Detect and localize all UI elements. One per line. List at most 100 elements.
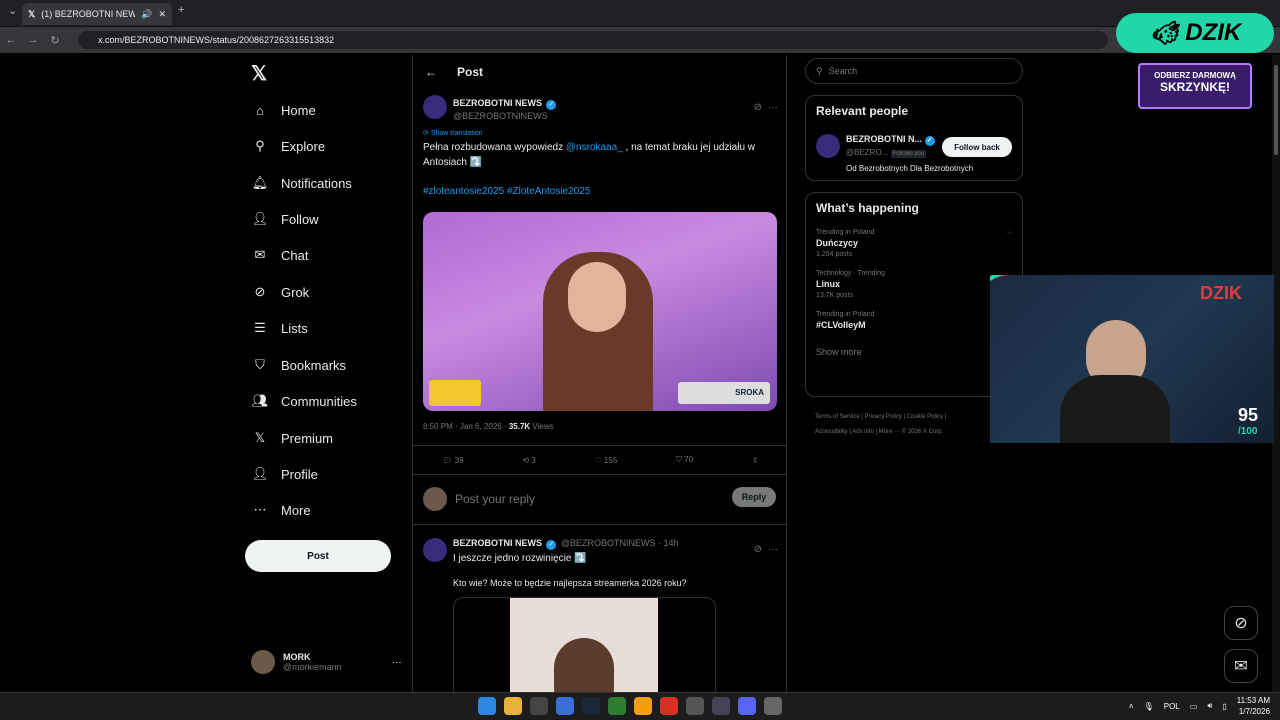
speaker-icon[interactable]: 🔊	[141, 9, 152, 20]
app-icon[interactable]	[530, 697, 548, 715]
share-icon[interactable]: ⇪	[752, 456, 759, 465]
nav-chat[interactable]: ✉ Chat	[251, 246, 309, 264]
views-label: Views	[530, 422, 554, 431]
avatar[interactable]	[423, 95, 447, 119]
start-icon[interactable]	[478, 697, 496, 715]
like-action[interactable]: ♡ 155	[595, 456, 618, 465]
nav-explore[interactable]: ⚲ Explore	[251, 137, 325, 155]
avatar[interactable]	[816, 134, 840, 158]
account-switcher[interactable]: MORK @morkiemann ···	[251, 650, 402, 674]
more-dots-icon[interactable]: ···	[392, 657, 402, 668]
x-icon: 𝕏	[254, 430, 266, 445]
reply-input[interactable]: Post your reply	[455, 492, 535, 506]
nav-communities[interactable]: 👥︎ Communities	[251, 392, 357, 410]
new-tab-button[interactable]: +	[178, 4, 184, 16]
hashtags[interactable]: #zloteantosie2025 #ZloteAntosie2025	[423, 184, 778, 199]
grok-fab-button[interactable]: ⊘	[1224, 606, 1258, 640]
volume-icon[interactable]: 🔊︎	[1207, 701, 1212, 711]
more-dots-icon[interactable]: ···	[1005, 227, 1012, 238]
app-icon[interactable]	[712, 697, 730, 715]
page-title: Post	[457, 65, 484, 79]
reply-action[interactable]: 💬︎ 39	[442, 456, 463, 465]
trend-count: 1,254 posts	[816, 251, 853, 258]
battery-icon[interactable]: ▯	[1222, 702, 1226, 711]
messages-fab-button[interactable]: ✉	[1224, 649, 1258, 683]
url-text: x.com/BEZROBOTNINEWS/status/200862726331…	[98, 35, 335, 45]
mic-icon[interactable]: 🎙︎	[1144, 702, 1154, 711]
grok-icon[interactable]: ⊘	[754, 544, 762, 555]
chrome-icon[interactable]	[660, 697, 678, 715]
clock[interactable]: 11:53 AM 1/7/2026	[1237, 695, 1270, 717]
more-dots-icon[interactable]: ···	[768, 544, 778, 555]
nav-home[interactable]: ⌂ Home	[251, 101, 316, 119]
bookmark-count: 70	[684, 455, 694, 464]
media-subject	[554, 638, 614, 695]
app-icon[interactable]	[556, 697, 574, 715]
back-arrow-icon[interactable]: ←	[425, 65, 437, 79]
author-handle[interactable]: @BEZROBOTNINEWS	[453, 111, 556, 121]
discord-icon[interactable]	[738, 697, 756, 715]
app-icon[interactable]	[686, 697, 704, 715]
author-handle[interactable]: @BEZROBOTNINEWS · 14h	[561, 538, 679, 548]
app-icon[interactable]	[608, 697, 626, 715]
brand-text: DZIK	[1185, 19, 1242, 46]
more-dots-icon[interactable]: ···	[768, 102, 778, 113]
trend-item[interactable]: Trending in Poland ··· Duńczycy 1,254 posts	[806, 223, 1022, 264]
nav-notifications[interactable]: 🔔︎ Notifications	[251, 174, 352, 192]
nav-grok[interactable]: ⊘ Grok	[251, 283, 310, 301]
video-name-plate: SROKA	[678, 382, 770, 404]
x-logo-icon[interactable]: 𝕏	[251, 61, 267, 86]
app-icon[interactable]	[634, 697, 652, 715]
nav-premium[interactable]: 𝕏 Premium	[251, 429, 333, 447]
nav-follow[interactable]: 👤︎ Follow	[251, 210, 319, 228]
chevron-up-icon[interactable]: ˄	[1129, 702, 1134, 711]
settings-icon[interactable]	[764, 697, 782, 715]
network-icon[interactable]: ▭	[1190, 702, 1198, 711]
tweet-video[interactable]: SROKA	[423, 212, 777, 411]
trend-name: #CLVolleyM	[816, 320, 866, 330]
back-icon[interactable]: ←	[0, 34, 22, 46]
video-name-text: SROKA	[735, 388, 764, 397]
author-name[interactable]: BEZROBOTNI NEWS	[453, 98, 542, 108]
close-tab-icon[interactable]: ✕	[158, 9, 166, 20]
forward-icon[interactable]: →	[22, 34, 44, 46]
grok-icon: ⊘	[1234, 615, 1248, 632]
heart-icon: ♡	[594, 455, 602, 465]
rp-handle-row: @BEZRO... Follows you	[846, 148, 927, 158]
author-name[interactable]: BEZROBOTNI NEWS	[453, 538, 542, 548]
repost-action[interactable]: ⟲ 3	[522, 456, 535, 465]
reply-button[interactable]: Reply	[732, 487, 776, 507]
bookmark-action[interactable]: ⛉ 70	[676, 455, 693, 465]
repost-count: 3	[531, 455, 536, 465]
tweet-text: Kto wie? Może to będzie najlepsza stream…	[453, 578, 687, 588]
follow-back-button[interactable]: Follow back	[942, 137, 1012, 157]
nav-profile[interactable]: 👤︎ Profile	[251, 465, 318, 483]
nav-lists[interactable]: ☰ Lists	[251, 319, 308, 337]
trend-count: 13.7K posts	[816, 292, 853, 299]
mention-link[interactable]: @nsrokaaa_	[566, 142, 623, 153]
show-translation-link[interactable]: ⟳ Show translation	[423, 129, 778, 137]
folder-icon[interactable]	[504, 697, 522, 715]
tweet-media[interactable]	[453, 597, 716, 695]
avatar[interactable]	[423, 537, 447, 562]
nav-more[interactable]: ⋯ More	[251, 501, 311, 519]
language-indicator[interactable]: POL	[1164, 702, 1180, 711]
rp-name-row[interactable]: BEZROBOTNI N... ✓	[846, 134, 935, 146]
post-button[interactable]: Post	[245, 540, 391, 572]
grok-icon: ⊘	[254, 284, 266, 299]
scrollbar-thumb[interactable]	[1274, 65, 1278, 155]
search-input[interactable]: ⚲ Search	[805, 58, 1023, 84]
trend-name: Duńczycy	[816, 238, 859, 248]
browser-tab[interactable]: 𝕏 (1) BEZROBOTNI NEWS on 🔊 ✕	[22, 3, 172, 25]
url-field[interactable]: x.com/BEZROBOTNINEWS/status/200862726331…	[78, 31, 1108, 49]
relevant-people-card: Relevant people BEZROBOTNI N... ✓ @BEZRO…	[805, 95, 1023, 181]
tab-list-icon[interactable]: ⌄	[8, 4, 17, 17]
tweet-actions: 💬︎ 39 ⟲ 3 ♡ 155 ⛉ 70 ⇪	[413, 445, 786, 475]
footer-links[interactable]: Terms of Service | Privacy Policy | Cook…	[815, 410, 946, 440]
grok-icon[interactable]: ⊘	[754, 102, 762, 113]
steam-icon[interactable]	[582, 697, 600, 715]
nav-bookmarks[interactable]: ⛉ Bookmarks	[251, 356, 346, 374]
follows-you-badge: Follows you	[890, 150, 927, 158]
reload-icon[interactable]: ↻	[44, 34, 66, 47]
footer-line: Accessibility | Ads info | More ··· © 20…	[815, 429, 944, 435]
